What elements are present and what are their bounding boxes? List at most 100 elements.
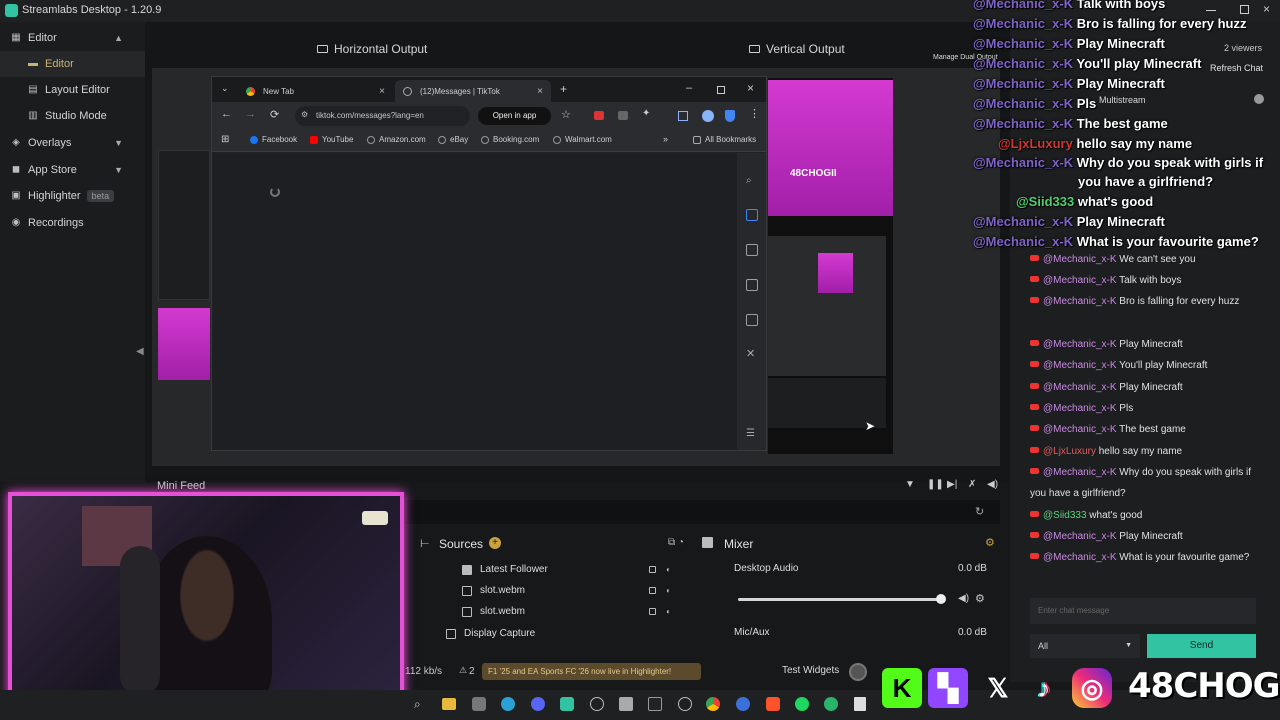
new-tab-icon[interactable]: + — [560, 82, 567, 96]
chat-username[interactable]: @Mechanic_x-K — [1043, 339, 1117, 350]
app-icon[interactable] — [854, 697, 866, 711]
nav-overlays[interactable]: ◈ Overlays ▼ — [0, 130, 145, 156]
bookmark-walmart[interactable]: Walmart.com — [553, 135, 612, 144]
bookmark-ebay[interactable]: eBay — [438, 135, 468, 144]
bookmark-facebook[interactable]: Facebook — [250, 135, 297, 144]
eye-icon[interactable]: ◐ — [666, 565, 671, 574]
brave-icon[interactable] — [766, 697, 780, 711]
chat-username[interactable]: @Mechanic_x-K — [1043, 424, 1117, 435]
all-bookmarks[interactable]: All Bookmarks — [693, 135, 756, 144]
chat-username[interactable]: @Siid333 — [1043, 510, 1087, 521]
eye-icon[interactable]: ◐ — [666, 586, 671, 595]
chat-username[interactable]: @Mechanic_x-K — [1043, 254, 1117, 265]
app-icon[interactable] — [678, 697, 692, 711]
source-item[interactable]: Latest Follower ◐ — [446, 559, 711, 580]
lock-icon[interactable] — [649, 608, 656, 615]
close-tab-icon[interactable]: × — [379, 86, 385, 97]
edge-icon[interactable] — [501, 697, 515, 711]
source-item[interactable]: slot.webm ◐ — [446, 580, 711, 601]
apps-grid-icon[interactable]: ⊞ — [221, 134, 229, 145]
refresh-icon[interactable]: ↻ — [975, 505, 984, 518]
refresh-chat-button[interactable]: Refresh Chat — [1210, 63, 1263, 73]
chat-filter-select[interactable]: All ▼ — [1030, 634, 1140, 658]
tab-search-icon[interactable]: ⌄ — [221, 83, 229, 94]
nav-studio-mode[interactable]: ▥ Studio Mode — [0, 103, 145, 129]
nav-app-store[interactable]: ◼ App Store ▼ — [0, 157, 145, 183]
info-icon[interactable] — [1254, 94, 1264, 104]
extensions-puzzle-icon[interactable]: ✦ — [642, 108, 650, 119]
back-arrow-icon[interactable]: ← — [221, 108, 232, 120]
mute-alerts-icon[interactable]: ✗ — [968, 479, 976, 490]
test-widgets-button[interactable]: Test Widgets — [782, 665, 839, 676]
source-item[interactable]: Display Capture — [430, 623, 695, 644]
record-button[interactable] — [849, 663, 867, 681]
app-icon[interactable] — [590, 697, 604, 711]
lock-icon[interactable] — [649, 566, 656, 573]
close-button[interactable]: × — [1263, 2, 1270, 16]
site-info-icon[interactable]: ⚙ — [301, 110, 308, 119]
chat-username[interactable]: @LjxLuxury — [1043, 446, 1096, 457]
nav-editor[interactable]: ▦ Editor ▲ — [0, 25, 145, 51]
tab-new-tab[interactable]: New Tab × — [238, 80, 393, 102]
url-input[interactable]: tiktok.com/messages?lang=en — [295, 106, 470, 126]
bookmark-booking[interactable]: Booking.com — [481, 135, 539, 144]
search-icon[interactable]: ⌕ — [414, 697, 421, 712]
vertical-output-preview[interactable]: 48CHOGII ➤ — [768, 78, 893, 454]
tab-tiktok-messages[interactable]: (12)Messages | TikTok × — [395, 80, 551, 102]
chrome-icon[interactable] — [706, 697, 720, 711]
store-icon[interactable] — [472, 697, 486, 711]
tools-icon[interactable]: ✕ — [746, 347, 755, 360]
browser-window[interactable]: ⌄ New Tab × (12)Messages | TikTok × + – … — [211, 76, 767, 451]
capcut-icon[interactable] — [648, 697, 662, 711]
vertical-output-label[interactable]: Vertical Output — [749, 42, 845, 56]
volume-slider-handle[interactable] — [936, 594, 946, 604]
chat-username[interactable]: @Mechanic_x-K — [1043, 467, 1117, 478]
highlighter-notice[interactable]: F1 '25 and EA Sports FC '26 now live in … — [482, 663, 701, 680]
source-tools-icon[interactable]: ⧉ ◔ — [668, 537, 684, 548]
nav-recordings[interactable]: ◉ Recordings — [0, 210, 145, 236]
bookmark-star-icon[interactable]: ☆ — [561, 108, 571, 121]
mixer-settings-icon[interactable]: ⚙ — [985, 536, 995, 549]
window-minimize-icon[interactable]: – — [686, 82, 692, 94]
app-icon[interactable] — [795, 697, 809, 711]
channel-settings-icon[interactable]: ⚙ — [975, 592, 985, 605]
forward-arrow-icon[interactable]: → — [245, 108, 256, 120]
lock-icon[interactable] — [649, 587, 656, 594]
chat-username[interactable]: @Mechanic_x-K — [1043, 296, 1117, 307]
skip-icon[interactable]: ▶| — [947, 479, 957, 490]
volume-icon[interactable]: ◀) — [987, 479, 998, 490]
shield-icon[interactable] — [725, 110, 735, 122]
source-item[interactable]: slot.webm ◐ — [446, 601, 711, 622]
search-icon[interactable]: ⌕ — [746, 175, 752, 186]
pause-icon[interactable]: ❚❚ — [927, 479, 944, 490]
window-close-icon[interactable]: × — [747, 81, 754, 95]
profile-avatar-icon[interactable] — [702, 110, 714, 122]
extension-icon[interactable] — [594, 111, 604, 120]
minimize-button[interactable] — [1206, 10, 1216, 11]
discord-icon[interactable] — [531, 697, 545, 711]
bookmark-youtube[interactable]: YouTube — [310, 135, 353, 144]
nav-highlighter[interactable]: ▣ Highlighter beta — [0, 183, 145, 209]
extension-icon[interactable] — [618, 111, 628, 120]
nav-editor-sub[interactable]: ▬ Editor — [0, 51, 145, 77]
bookmark-amazon[interactable]: Amazon.com — [367, 135, 426, 144]
filter-icon[interactable]: ▼ — [905, 479, 915, 490]
file-explorer-icon[interactable] — [442, 698, 456, 710]
nav-layout-editor[interactable]: ▤ Layout Editor — [0, 77, 145, 103]
window-maximize-icon[interactable] — [717, 86, 725, 94]
sidepanel-icon[interactable] — [678, 111, 688, 121]
app-icon[interactable] — [824, 697, 838, 711]
chat-username[interactable]: @Mechanic_x-K — [1043, 275, 1117, 286]
reader-icon[interactable] — [746, 244, 758, 256]
app-icon[interactable] — [736, 697, 750, 711]
eye-icon[interactable]: ◐ — [666, 607, 671, 616]
horizontal-output-label[interactable]: Horizontal Output — [317, 42, 427, 56]
browser-content[interactable] — [212, 153, 737, 450]
maximize-button[interactable] — [1240, 5, 1249, 14]
settings-sliders-icon[interactable]: ☰ — [746, 428, 755, 439]
chat-username[interactable]: @Mechanic_x-K — [1043, 552, 1117, 563]
copilot-icon[interactable] — [746, 209, 758, 221]
reload-icon[interactable]: ⟳ — [270, 108, 279, 121]
open-in-app-button[interactable]: Open in app — [478, 107, 551, 125]
kebab-menu-icon[interactable]: ⋮ — [749, 107, 760, 120]
